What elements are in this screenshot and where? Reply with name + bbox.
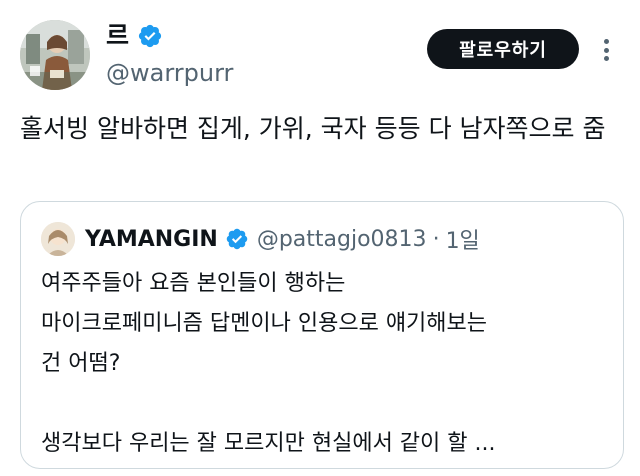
quoted-text-line: 마이크로페미니즘 답멘이나 인용으로 얘기해보는 xyxy=(41,311,488,336)
quoted-text-line: 건 어떰? xyxy=(41,351,121,376)
author-name-row: 르 xyxy=(106,20,163,52)
quoted-tweet[interactable]: YAMANGIN @pattagjo0813 · 1일 여주주들아 요즘 본인들… xyxy=(20,201,624,469)
quoted-display-name[interactable]: YAMANGIN xyxy=(85,227,218,252)
quoted-text: 여주주들아 요즘 본인들이 행하는 마이크로페미니즘 답멘이나 인용으로 얘기해… xyxy=(41,264,607,464)
quoted-separator: · xyxy=(432,226,440,252)
quoted-header: YAMANGIN @pattagjo0813 · 1일 xyxy=(85,222,480,256)
more-options-icon[interactable] xyxy=(596,36,616,64)
quoted-author-avatar[interactable] xyxy=(41,222,75,256)
quoted-timestamp[interactable]: 1일 xyxy=(446,223,480,255)
quoted-text-line: 생각보다 우리는 잘 모르지만 현실에서 같이 할 ... xyxy=(41,431,496,456)
author-handle[interactable]: @warrpurr xyxy=(106,56,233,90)
follow-button[interactable]: 팔로우하기 xyxy=(427,29,579,69)
tweet-card: 르 @warrpurr 팔로우하기 홀서빙 알바하면 집게, 가위, 국자 등등… xyxy=(0,0,640,476)
avatar-photo-icon xyxy=(20,20,90,90)
quoted-verified-badge-icon xyxy=(225,227,249,251)
more-dot xyxy=(603,47,609,53)
quoted-avatar-photo-icon xyxy=(41,222,75,256)
tweet-text: 홀서빙 알바하면 집게, 가위, 국자 등등 다 남자쪽으로 줌 xyxy=(20,114,606,143)
quoted-handle: @pattagjo0813 xyxy=(256,226,427,252)
verified-badge-icon xyxy=(137,23,163,49)
author-display-name[interactable]: 르 xyxy=(106,20,129,52)
more-dot xyxy=(603,56,609,61)
more-dot xyxy=(603,39,609,44)
quoted-text-line xyxy=(41,384,607,424)
quoted-text-line: 여주주들아 요즘 본인들이 행하는 xyxy=(41,271,346,296)
author-avatar[interactable] xyxy=(20,20,90,90)
